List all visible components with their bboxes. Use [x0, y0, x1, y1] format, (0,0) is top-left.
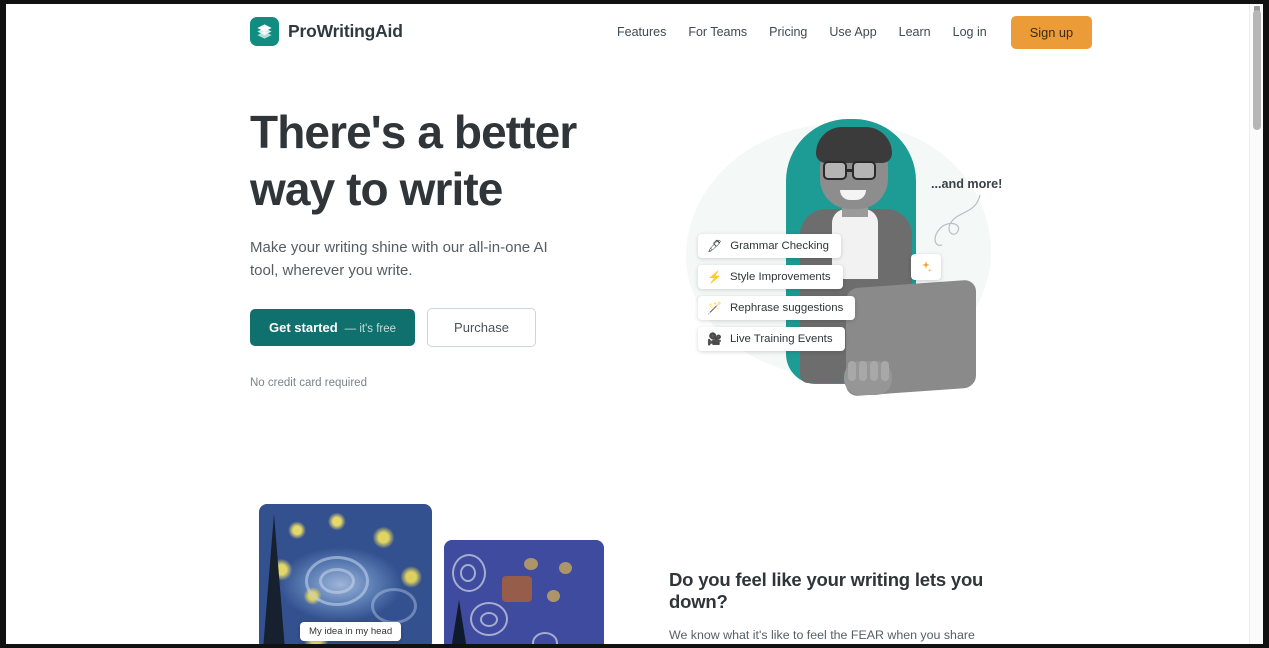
- hero-cta-group: Get started — it's free Purchase: [250, 308, 650, 347]
- spiral-shape: [532, 632, 558, 644]
- eyeglass-left: [823, 161, 847, 180]
- hero-title-line-1: There's a better: [250, 106, 577, 158]
- feature-pill-label: Live Training Events: [729, 333, 833, 345]
- nav-item-use-app[interactable]: Use App: [818, 19, 887, 45]
- magic-wand-icon: 🪄: [707, 301, 722, 315]
- quill-pen-icon: 🖋: [707, 239, 723, 253]
- hero-illustration: 🖋 Grammar Checking ⚡ Style Improvements …: [666, 109, 1016, 405]
- page-title: There's a better way to write: [250, 104, 650, 218]
- purchase-button[interactable]: Purchase: [427, 308, 536, 347]
- brand-logo-link[interactable]: ProWritingAid: [250, 17, 403, 46]
- vertical-scrollbar[interactable]: [1249, 4, 1263, 644]
- browser-viewport: ProWritingAid Features For Teams Pricing…: [6, 4, 1263, 644]
- cypress-tree-shape: [263, 514, 285, 644]
- feature-pill-label: Grammar Checking: [730, 240, 829, 252]
- star-dot: [559, 562, 572, 574]
- section2-body: We know what it's like to feel the FEAR …: [669, 628, 975, 642]
- curly-pointer-line: [934, 194, 981, 246]
- no-credit-card-note: No credit card required: [250, 377, 367, 389]
- feature-pill-label: Style Improvements: [729, 271, 831, 283]
- scrollbar-thumb[interactable]: [1253, 10, 1261, 130]
- spiral-shape: [480, 612, 498, 627]
- star-dot: [524, 558, 538, 570]
- hero-title-line-2: way to write: [250, 163, 503, 215]
- stacked-pages-icon: [250, 17, 279, 46]
- site-header: ProWritingAid Features For Teams Pricing…: [6, 4, 1251, 60]
- feature-pill-live-training-events: 🎥 Live Training Events: [698, 327, 845, 351]
- page-content: ProWritingAid Features For Teams Pricing…: [6, 4, 1251, 644]
- get-started-button[interactable]: Get started — it's free: [250, 309, 416, 346]
- hair-shape: [816, 127, 892, 163]
- get-started-sublabel: — it's free: [344, 323, 397, 335]
- sign-up-button[interactable]: Sign up: [1010, 15, 1093, 49]
- section2-text-block: Do you feel like your writing lets you d…: [669, 569, 1014, 644]
- feature-pill-label: Rephrase suggestions: [729, 302, 844, 314]
- swirl-shape: [371, 588, 417, 624]
- swirl-shape: [319, 568, 355, 594]
- finger: [848, 361, 856, 381]
- spiral-shape: [460, 564, 476, 582]
- finger: [881, 361, 889, 381]
- flat-illustration-card: [444, 540, 604, 644]
- and-more-label: ...and more!: [931, 177, 1003, 191]
- cypress-shape: [450, 600, 468, 644]
- feature-pill-rephrase-suggestions: 🪄 Rephrase suggestions: [698, 296, 856, 320]
- nav-item-features[interactable]: Features: [606, 19, 677, 45]
- hand-shape: [844, 361, 892, 395]
- hero-text-block: There's a better way to write Make your …: [250, 104, 650, 389]
- eyeglass-bridge: [847, 169, 853, 172]
- star-dot: [547, 590, 560, 602]
- feature-pill-grammar-checking: 🖋 Grammar Checking: [698, 234, 841, 258]
- brand-name: ProWritingAid: [288, 21, 403, 41]
- get-started-label: Get started: [269, 320, 338, 335]
- finger: [870, 361, 878, 381]
- main-navigation: Features For Teams Pricing Use App Learn…: [606, 4, 1093, 60]
- film-camera-icon: 🎥: [707, 332, 722, 346]
- nav-item-log-in[interactable]: Log in: [942, 19, 998, 45]
- section2-heading: Do you feel like your writing lets you d…: [669, 569, 984, 612]
- feature-pill-style-improvements: ⚡ Style Improvements: [698, 265, 843, 289]
- orange-blob: [502, 576, 532, 602]
- starry-night-comparison: My idea in my head: [259, 504, 604, 644]
- finger: [859, 361, 867, 381]
- nav-item-learn[interactable]: Learn: [888, 19, 942, 45]
- nav-item-for-teams[interactable]: For Teams: [677, 19, 758, 45]
- hero-subtitle: Make your writing shine with our all-in-…: [250, 239, 548, 279]
- eyeglass-right: [852, 161, 876, 180]
- lightning-icon: ⚡: [707, 270, 722, 284]
- nav-item-pricing[interactable]: Pricing: [758, 19, 818, 45]
- browser-frame: ProWritingAid Features For Teams Pricing…: [0, 0, 1269, 648]
- idea-caption: My idea in my head: [300, 622, 402, 641]
